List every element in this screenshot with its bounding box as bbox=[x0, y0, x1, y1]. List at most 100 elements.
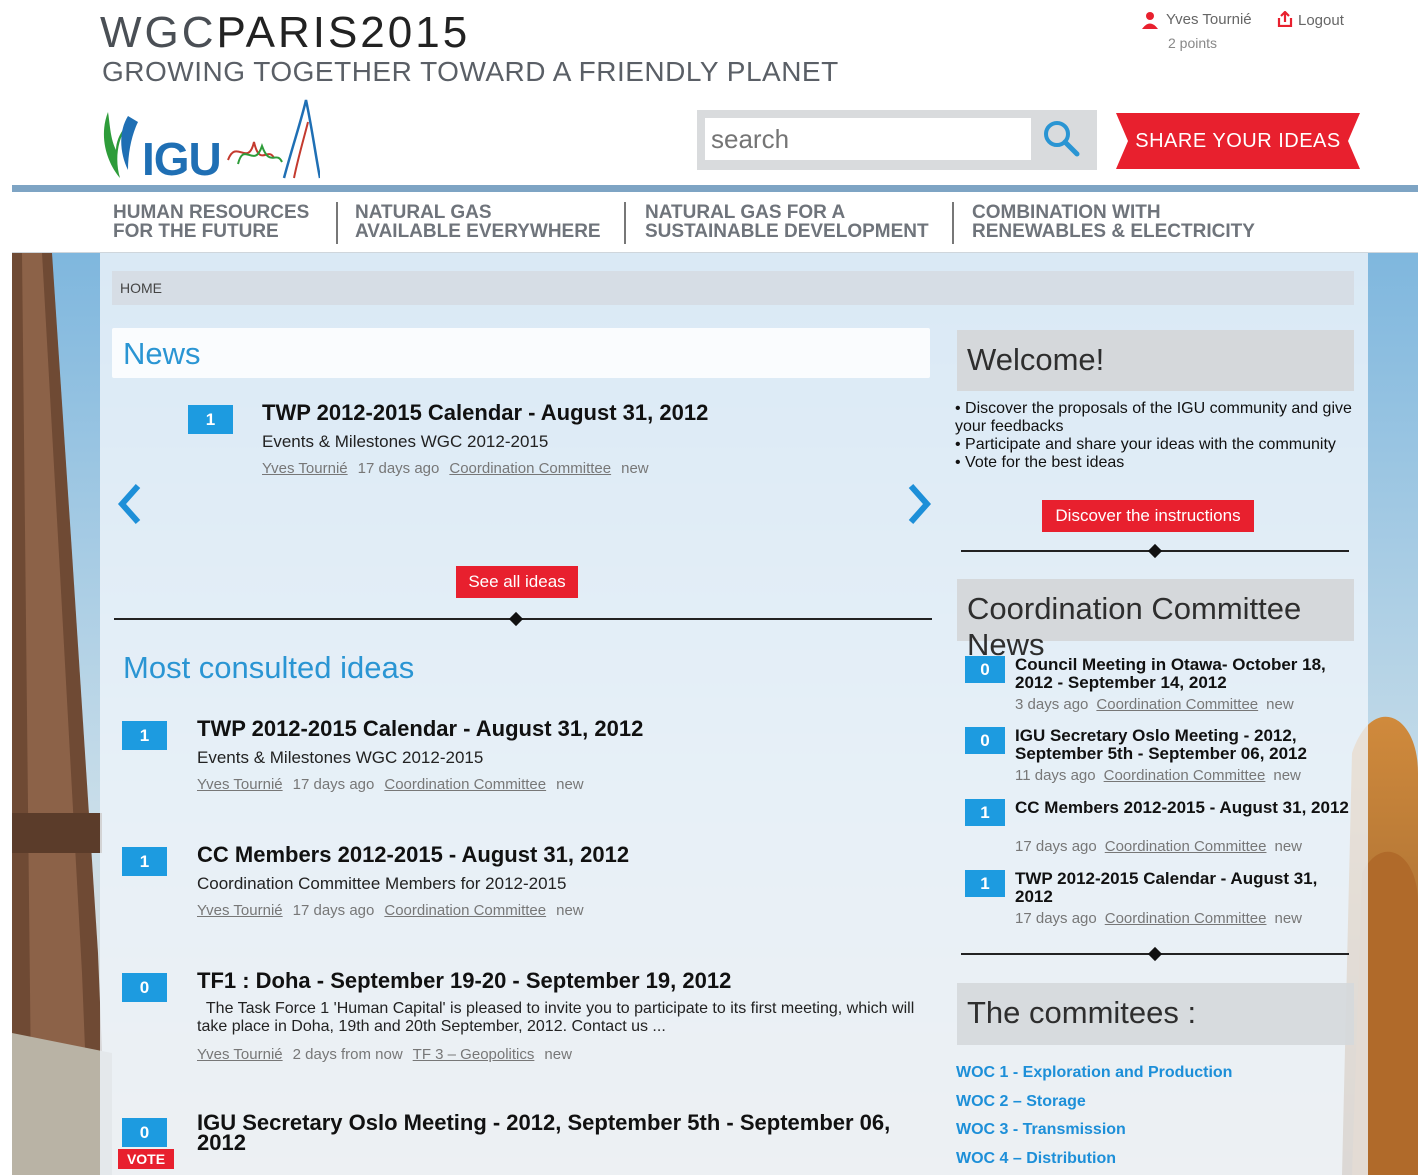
committee-link[interactable]: Coordination Committee bbox=[1096, 696, 1258, 713]
item-status: new bbox=[1274, 910, 1303, 927]
welcome-header: Welcome! bbox=[957, 330, 1354, 391]
breadcrumb: HOME bbox=[112, 271, 1354, 305]
idea-title[interactable]: CC Members 2012-2015 - August 31, 2012 bbox=[197, 842, 629, 868]
committee-link[interactable]: Coordination Committee bbox=[1104, 767, 1266, 784]
cc-news-meta: 17 days ago Coordination Committee new bbox=[1015, 838, 1310, 855]
idea-meta: Yves Tournié 17 days ago Coordination Comm… bbox=[197, 902, 594, 919]
item-time: 17 days ago bbox=[1015, 910, 1097, 927]
welcome-title: Welcome! bbox=[967, 342, 1105, 377]
user-name[interactable]: Yves Tournié bbox=[1166, 11, 1252, 28]
igu-logo[interactable]: IGU bbox=[98, 98, 322, 185]
item-time: 17 days ago bbox=[357, 460, 440, 477]
committee-link[interactable]: Coordination Committee bbox=[384, 902, 546, 919]
welcome-bullet: • Participate and share your ideas with … bbox=[955, 436, 1336, 453]
discover-instructions-button[interactable]: Discover the instructions bbox=[1042, 500, 1254, 532]
search-bar bbox=[697, 110, 1097, 170]
committee-link[interactable]: Coordination Committee bbox=[449, 460, 611, 477]
idea-meta: Yves Tournié 2 days from now TF 3 – Geopol… bbox=[197, 1046, 582, 1063]
news-item-meta: Yves Tournié 17 days ago Coordination Comm… bbox=[262, 460, 659, 477]
share-ideas-button[interactable]: SHARE YOUR IDEAS bbox=[1116, 113, 1360, 169]
welcome-bullet: • Discover the proposals of the IGU comm… bbox=[955, 400, 1352, 435]
news-title: News bbox=[123, 336, 201, 371]
item-time: 3 days ago bbox=[1015, 696, 1089, 713]
vote-count-badge[interactable]: 1 bbox=[965, 799, 1005, 826]
nav-separator bbox=[624, 202, 626, 244]
vote-count-badge[interactable]: 0 bbox=[122, 973, 167, 1002]
committee-link-woc2[interactable]: WOC 2 – Storage bbox=[956, 1093, 1086, 1111]
welcome-list: • Discover the proposals of the IGU comm… bbox=[955, 400, 1355, 472]
user-points: 2 points bbox=[1168, 35, 1218, 51]
committee-link[interactable]: Coordination Committee bbox=[1105, 838, 1267, 855]
brand-suffix: PARIS2015 bbox=[216, 8, 471, 57]
share-ideas-label: SHARE YOUR IDEAS bbox=[1135, 130, 1341, 152]
search-input[interactable] bbox=[705, 118, 1031, 160]
chevron-right-icon[interactable] bbox=[905, 482, 935, 526]
nav-sustainable-development[interactable]: NATURAL GAS FOR A SUSTAINABLE DEVELOPMEN… bbox=[645, 203, 929, 241]
idea-title[interactable]: TF1 : Doha - September 19-20 - September… bbox=[197, 968, 731, 994]
nav-natural-gas-available[interactable]: NATURAL GAS AVAILABLE EVERYWHERE bbox=[355, 203, 601, 241]
item-time: 17 days ago bbox=[292, 776, 375, 793]
author-link[interactable]: Yves Tournié bbox=[197, 902, 283, 919]
vote-button[interactable]: VOTE bbox=[118, 1149, 174, 1169]
nav-human-resources[interactable]: HUMAN RESOURCES FOR THE FUTURE bbox=[113, 203, 309, 241]
item-status: new bbox=[1274, 838, 1303, 855]
nav-renewables-electricity[interactable]: COMBINATION WITH RENEWABLES & ELECTRICIT… bbox=[972, 203, 1255, 241]
vote-count-badge[interactable]: 1 bbox=[122, 847, 167, 876]
committee-link-woc4[interactable]: WOC 4 – Distribution bbox=[956, 1150, 1116, 1168]
cc-news-item-title[interactable]: TWP 2012-2015 Calendar - August 31, 2012 bbox=[1015, 870, 1350, 906]
logout-icon bbox=[1277, 11, 1293, 27]
person-icon bbox=[1142, 12, 1158, 29]
item-time: 17 days ago bbox=[292, 902, 375, 919]
user-menu[interactable]: Yves Tournié 2 points bbox=[1142, 11, 1252, 51]
author-link[interactable]: Yves Tournié bbox=[197, 1046, 283, 1063]
welcome-bullet-text: Discover the proposals of the IGU commun… bbox=[955, 400, 1352, 435]
committee-link-woc3[interactable]: WOC 3 - Transmission bbox=[956, 1121, 1126, 1139]
idea-meta: Yves Tournié 17 days ago Coordination Comm… bbox=[197, 776, 594, 793]
vote-count-badge[interactable]: 0 bbox=[965, 727, 1005, 754]
item-time: 11 days ago bbox=[1015, 767, 1096, 784]
cc-news-item-title[interactable]: Council Meeting in Otawa- October 18, 20… bbox=[1015, 656, 1350, 692]
search-icon[interactable] bbox=[1039, 118, 1083, 160]
author-link[interactable]: Yves Tournié bbox=[197, 776, 283, 793]
see-all-ideas-button[interactable]: See all ideas bbox=[456, 566, 578, 598]
cc-news-item-title[interactable]: IGU Secretary Oslo Meeting - 2012, Septe… bbox=[1015, 727, 1350, 763]
cc-news-item-title[interactable]: CC Members 2012-2015 - August 31, 2012 bbox=[1015, 799, 1350, 817]
logout-label: Logout bbox=[1298, 12, 1344, 29]
news-item-title[interactable]: TWP 2012-2015 Calendar - August 31, 2012 bbox=[262, 400, 708, 426]
idea-title[interactable]: TWP 2012-2015 Calendar - August 31, 2012 bbox=[197, 716, 643, 742]
idea-subtitle: Events & Milestones WGC 2012-2015 bbox=[197, 748, 484, 767]
news-item-subtitle: Events & Milestones WGC 2012-2015 bbox=[262, 432, 549, 451]
chevron-left-icon[interactable] bbox=[114, 482, 144, 526]
committee-link[interactable]: Coordination Committee bbox=[1105, 910, 1267, 927]
item-status: new bbox=[1266, 696, 1294, 713]
vote-count-badge[interactable]: 0 bbox=[965, 656, 1005, 683]
committee-link[interactable]: TF 3 – Geopolitics bbox=[413, 1046, 535, 1063]
cc-news-header: Coordination Committee News bbox=[957, 579, 1354, 662]
vote-count-badge[interactable]: 0 bbox=[122, 1118, 167, 1147]
welcome-bullet-text: Vote for the best ideas bbox=[965, 454, 1125, 471]
committees-header: The commitees : bbox=[957, 983, 1354, 1045]
main-nav: HUMAN RESOURCES FOR THE FUTURE NATURAL G… bbox=[12, 192, 1418, 253]
logo-text: IGU bbox=[142, 133, 222, 185]
idea-title[interactable]: IGU Secretary Oslo Meeting - 2012, Septe… bbox=[197, 1112, 917, 1154]
item-status: new bbox=[556, 776, 584, 793]
idea-excerpt: The Task Force 1 'Human Capital' is plea… bbox=[197, 1000, 919, 1035]
item-time: 17 days ago bbox=[1015, 838, 1097, 855]
committee-link[interactable]: Coordination Committee bbox=[384, 776, 546, 793]
committees-title: The commitees : bbox=[967, 995, 1197, 1030]
welcome-bullet-text: Participate and share your ideas with th… bbox=[965, 436, 1336, 453]
breadcrumb-home[interactable]: HOME bbox=[120, 280, 162, 296]
site-tagline: GROWING TOGETHER TOWARD A FRIENDLY PLANE… bbox=[102, 56, 839, 87]
logout-link[interactable]: Logout bbox=[1277, 11, 1344, 29]
nav-separator bbox=[952, 202, 954, 244]
brand-prefix: WGC bbox=[100, 8, 217, 57]
item-status: new bbox=[544, 1046, 572, 1063]
item-status: new bbox=[556, 902, 584, 919]
most-consulted-title: Most consulted ideas bbox=[123, 650, 415, 685]
author-link[interactable]: Yves Tournié bbox=[262, 460, 348, 477]
vote-count-badge[interactable]: 1 bbox=[965, 870, 1005, 897]
committee-link-woc1[interactable]: WOC 1 - Exploration and Production bbox=[956, 1064, 1232, 1082]
vote-count-badge[interactable]: 1 bbox=[188, 405, 233, 434]
cc-news-meta: 11 days ago Coordination Committee new bbox=[1015, 767, 1309, 784]
vote-count-badge[interactable]: 1 bbox=[122, 721, 167, 750]
